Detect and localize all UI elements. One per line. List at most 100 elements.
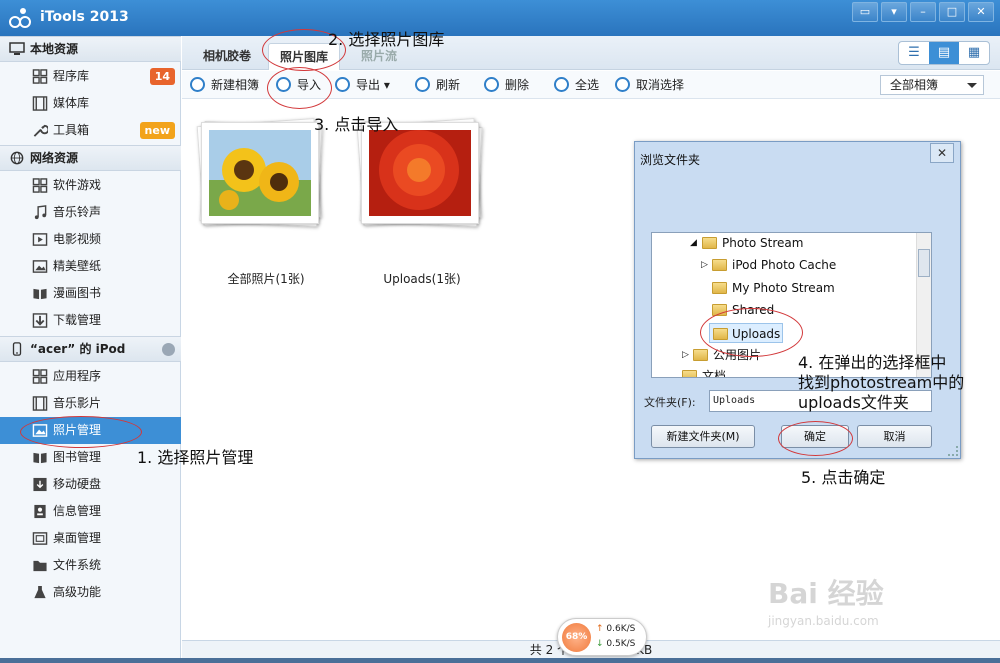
- tab-camera-roll[interactable]: 相机胶卷: [188, 43, 266, 70]
- check-icon: [554, 77, 569, 92]
- annotation-step2: 2. 选择照片图库: [328, 30, 445, 49]
- sidebar-item-label: 下载管理: [53, 313, 102, 327]
- chevron-down-icon: [967, 83, 977, 88]
- scrollbar-thumb[interactable]: [918, 249, 930, 277]
- sidebar-item-label: 文件系统: [53, 558, 102, 572]
- sidebar-item-desktop-management[interactable]: 桌面管理: [0, 525, 181, 552]
- section-title: “acer” 的 iPod: [30, 342, 126, 356]
- sidebar-item-comics-books[interactable]: 漫画图书: [0, 280, 181, 307]
- list-view-icon[interactable]: ☰: [899, 42, 929, 64]
- menu-icon[interactable]: ▾: [881, 2, 907, 22]
- count-badge: 14: [149, 68, 175, 85]
- baidu-watermark: Bai 经验 jingyan.baidu.com: [768, 572, 968, 642]
- tree-node-photo-stream[interactable]: ◢ Photo Stream: [690, 233, 803, 253]
- grid-view-icon[interactable]: ▦: [959, 42, 989, 64]
- expanded-arrow-icon: ◢: [690, 238, 697, 248]
- section-network-resources[interactable]: 网络资源: [0, 145, 181, 171]
- sidebar-item-toolbox[interactable]: 工具箱 new: [0, 117, 181, 144]
- sidebar-item-label: 信息管理: [53, 504, 102, 518]
- button-label: 全选: [575, 78, 600, 92]
- album-label: 全部照片(1张): [227, 272, 305, 286]
- sidebar-item-file-system[interactable]: 文件系统: [0, 552, 181, 579]
- section-title: 本地资源: [30, 42, 79, 56]
- plus-circle-icon: [190, 77, 205, 92]
- tree-node-label: iPod Photo Cache: [732, 258, 837, 272]
- minimize-icon[interactable]: –: [910, 2, 936, 22]
- button-label: 删除: [505, 78, 530, 92]
- chevron-down-icon: ▾: [380, 78, 390, 92]
- sidebar-item-music-movies[interactable]: 音乐影片: [0, 390, 181, 417]
- sidebar-item-info-management[interactable]: 信息管理: [0, 498, 181, 525]
- annotation-step1: 1. 选择照片管理: [137, 448, 254, 467]
- globe-icon: [10, 151, 24, 165]
- close-icon[interactable]: ✕: [968, 2, 994, 22]
- film-icon: [32, 96, 48, 111]
- sidebar-item-advanced[interactable]: 高级功能: [0, 579, 181, 606]
- new-album-button[interactable]: 新建相簿: [190, 76, 259, 94]
- close-icon[interactable]: ✕: [930, 143, 954, 163]
- cancel-button[interactable]: 取消: [857, 425, 932, 448]
- section-local-resources[interactable]: 本地资源: [0, 36, 181, 62]
- app-title: iTools 2013: [40, 9, 129, 25]
- deselect-button[interactable]: 取消选择: [615, 76, 684, 94]
- tree-node-my-photo-stream[interactable]: My Photo Stream: [712, 278, 835, 298]
- select-all-button[interactable]: 全选: [554, 76, 599, 94]
- annotation-step4-line2: 找到photostream中的: [798, 373, 965, 392]
- button-label: 新建相簿: [211, 78, 260, 92]
- sidebar-item-music-ringtones[interactable]: 音乐铃声: [0, 199, 181, 226]
- feedback-icon[interactable]: ▭: [852, 2, 878, 22]
- annotation-step4-line3: uploads文件夹: [798, 393, 909, 412]
- new-folder-button[interactable]: 新建文件夹(M): [651, 425, 755, 448]
- maximize-icon[interactable]: □: [939, 2, 965, 22]
- album-all-photos[interactable]: 全部照片(1张): [196, 116, 326, 286]
- sidebar-item-movies[interactable]: 电影视频: [0, 226, 181, 253]
- sidebar-item-mobile-disk[interactable]: 移动硬盘: [0, 471, 181, 498]
- resize-grip-icon[interactable]: [948, 446, 958, 456]
- folder-icon: [712, 259, 727, 271]
- music-note-icon: [34, 205, 47, 220]
- album-thumbnail: [196, 116, 326, 228]
- annotation-step4-line1: 4. 在弹出的选择框中: [798, 353, 947, 372]
- tree-node-label: My Photo Stream: [732, 281, 835, 295]
- video-icon: [32, 233, 48, 246]
- section-device[interactable]: “acer” 的 iPod: [0, 336, 181, 362]
- sidebar-item-label: 软件游戏: [53, 178, 102, 192]
- export-button[interactable]: 导出 ▾: [335, 76, 390, 94]
- deselect-icon: [615, 77, 630, 92]
- detail-view-icon[interactable]: ▤: [929, 42, 959, 64]
- delete-button[interactable]: 删除: [484, 76, 529, 94]
- sidebar-item-label: 音乐铃声: [53, 205, 102, 219]
- refresh-button[interactable]: 刷新: [415, 76, 460, 94]
- refresh-icon: [415, 77, 430, 92]
- network-speed-widget[interactable]: 68% ↑ 0.6K/S ↓ 0.5K/S: [557, 618, 647, 656]
- tree-node-documents[interactable]: 文档: [682, 366, 726, 377]
- wallpaper-icon: [32, 260, 48, 273]
- sidebar-item-label: 工具箱: [53, 123, 90, 137]
- os-taskbar: [0, 658, 1000, 663]
- watermark-url: jingyan.baidu.com: [768, 614, 879, 628]
- sidebar-item-label: 程序库: [53, 69, 90, 83]
- sidebar-item-downloads[interactable]: 下载管理: [0, 307, 181, 334]
- sidebar-item-label: 高级功能: [53, 585, 102, 599]
- album-filter-select[interactable]: 全部相簿: [880, 75, 984, 95]
- sidebar-item-app-library[interactable]: 程序库 14: [0, 63, 181, 90]
- sidebar-item-applications[interactable]: 应用程序: [0, 363, 181, 390]
- sidebar-item-wallpapers[interactable]: 精美壁纸: [0, 253, 181, 280]
- sidebar-item-media-library[interactable]: 媒体库: [0, 90, 181, 117]
- album-label: Uploads(1张): [383, 272, 461, 286]
- folder-icon: [702, 237, 717, 249]
- sidebar-item-software-games[interactable]: 软件游戏: [0, 172, 181, 199]
- sidebar-item-label: 电影视频: [53, 232, 102, 246]
- upload-speed: ↑ 0.6K/S: [596, 624, 636, 634]
- eject-icon[interactable]: [162, 343, 175, 356]
- annotation-step5: 5. 点击确定: [801, 468, 886, 487]
- section-title: 网络资源: [30, 151, 79, 165]
- tree-node-ipod-photo-cache[interactable]: ▷ iPod Photo Cache: [701, 255, 837, 275]
- download-speed-value: 0.5K/S: [606, 639, 636, 649]
- download-icon: [32, 313, 48, 328]
- sunflower-image: [209, 130, 311, 216]
- contacts-icon: [34, 504, 46, 519]
- sidebar-item-label: 桌面管理: [53, 531, 102, 545]
- apps-grid-icon: [32, 69, 48, 84]
- sidebar-item-label: 精美壁纸: [53, 259, 102, 273]
